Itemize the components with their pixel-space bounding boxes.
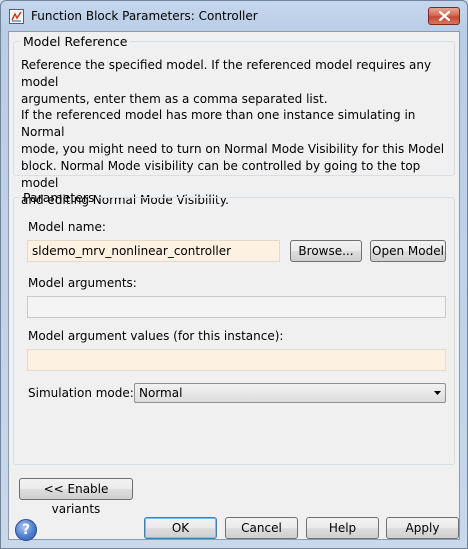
model-name-input[interactable]: sldemo_mrv_nonlinear_controller — [27, 240, 280, 262]
description-line: arguments, enter them as a comma separat… — [21, 92, 328, 106]
simulation-mode-label: Simulation mode: — [28, 386, 134, 400]
model-argument-values-label: Model argument values (for this instance… — [28, 329, 284, 343]
model-arguments-input[interactable] — [27, 296, 446, 318]
apply-button[interactable]: Apply — [386, 517, 459, 539]
model-reference-legend: Model Reference — [23, 34, 128, 49]
close-icon — [439, 11, 450, 21]
browse-button[interactable]: Browse... — [290, 240, 362, 262]
description-paragraph-1: Reference the specified model. If the re… — [21, 57, 457, 108]
model-arguments-label: Model arguments: — [28, 276, 137, 290]
description-line: Reference the specified model. If the re… — [21, 58, 432, 89]
simulink-block-icon — [9, 9, 24, 24]
title-bar[interactable]: Function Block Parameters: Controller — [1, 1, 467, 31]
description-line: block. Normal Mode visibility can be con… — [21, 159, 421, 190]
ok-button[interactable]: OK — [144, 517, 217, 539]
help-icon[interactable]: ? — [15, 519, 37, 541]
description-line: If the referenced model has more than on… — [21, 108, 416, 139]
help-button[interactable]: Help — [306, 517, 379, 539]
open-model-button[interactable]: Open Model — [370, 240, 446, 262]
chevron-down-icon — [434, 391, 441, 395]
cancel-button[interactable]: Cancel — [225, 517, 298, 539]
parameters-legend: Parameters — [23, 190, 95, 205]
dialog-window: Function Block Parameters: Controller Mo… — [0, 0, 468, 549]
model-argument-values-input[interactable] — [27, 349, 446, 371]
close-button[interactable] — [428, 7, 460, 25]
model-name-label: Model name: — [28, 220, 106, 234]
window-title: Function Block Parameters: Controller — [31, 9, 258, 23]
description-line: mode, you might need to turn on Normal M… — [21, 142, 445, 156]
enable-variants-button[interactable]: << Enable variants — [19, 478, 133, 516]
dialog-client-area: Model Reference Reference the specified … — [8, 31, 460, 541]
simulation-mode-select[interactable]: Normal — [134, 383, 446, 403]
simulation-mode-value: Normal — [139, 386, 183, 400]
